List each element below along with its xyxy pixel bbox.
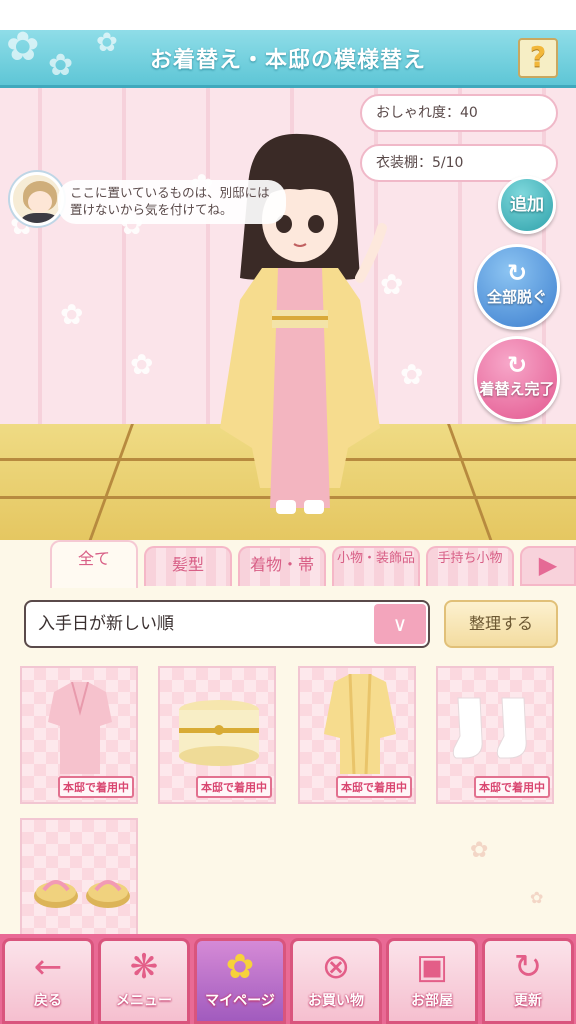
tab-accessories[interactable]: 小物・装飾品 bbox=[332, 546, 420, 586]
fashion-score: おしゃれ度：40 bbox=[360, 94, 558, 132]
sort-dropdown[interactable]: 入手日が新しい順 ∨ bbox=[24, 600, 430, 648]
geta-sandals-icon bbox=[34, 880, 130, 908]
nav-mypage-button[interactable]: ✿ マイページ bbox=[194, 938, 286, 1024]
blossom-decoration: ✿ bbox=[130, 348, 154, 381]
nav-room-button[interactable]: ▣ お部屋 bbox=[386, 938, 478, 1024]
tab-hand-items[interactable]: 手持ち小物 bbox=[426, 546, 514, 586]
wardrobe-panel: 入手日が新しい順 ∨ 整理する 本邸で着用中 本邸で着用中 本邸で着用中 本邸で… bbox=[0, 588, 576, 934]
nav-menu-label: メニュー bbox=[116, 993, 172, 1009]
item-yellow-haori[interactable]: 本邸で着用中 bbox=[298, 666, 416, 804]
item-pink-kimono[interactable]: 本邸で着用中 bbox=[20, 666, 138, 804]
hint-speech-bubble: ここに置いているものは、別邸には置けないから気を付けてね。 bbox=[58, 180, 286, 224]
nav-shopping-button[interactable]: ⊗ お買い物 bbox=[290, 938, 382, 1024]
sort-selected-value: 入手日が新しい順 bbox=[38, 614, 174, 634]
flower-icon: ✿ bbox=[225, 947, 255, 987]
worn-badge: 本邸で着用中 bbox=[196, 776, 272, 798]
finish-dressing-label: 着替え完了 bbox=[479, 380, 555, 398]
nav-mypage-label: マイページ bbox=[205, 993, 275, 1009]
tab-kimono-obi[interactable]: 着物・帯 bbox=[238, 546, 326, 586]
kimono-icon bbox=[48, 682, 112, 774]
gift-icon: ▣ bbox=[415, 947, 449, 987]
page-title: お着替え・本邸の模様替え bbox=[149, 48, 426, 73]
blossom-decoration: ✿ bbox=[470, 838, 489, 863]
refresh-icon: ↻ bbox=[506, 259, 528, 287]
undress-all-button[interactable]: ↻ 全部脱ぐ bbox=[474, 244, 560, 330]
obi-icon bbox=[179, 700, 259, 766]
bottom-navigation: ← 戻る ❋ メニュー ✿ マイページ ⊗ お買い物 ▣ お部屋 ↻ 更新 bbox=[0, 934, 576, 1024]
nav-refresh-button[interactable]: ↻ 更新 bbox=[482, 938, 574, 1024]
haori-icon bbox=[324, 674, 396, 775]
item-geta-sandals[interactable] bbox=[20, 818, 138, 934]
tab-scroll-right-icon[interactable]: ▶ bbox=[520, 546, 576, 586]
blossom-decoration: ✿ bbox=[400, 358, 424, 391]
refresh-icon: ↻ bbox=[513, 947, 543, 987]
butterfly-icon: ❋ bbox=[129, 947, 159, 987]
title-bar: ✿ ✿ ✿ お着替え・本邸の模様替え ? bbox=[0, 30, 576, 88]
nav-refresh-label: 更新 bbox=[514, 993, 542, 1009]
worn-badge: 本邸で着用中 bbox=[336, 776, 412, 798]
tabi-socks-icon bbox=[452, 697, 527, 759]
item-white-tabi[interactable]: 本邸で着用中 bbox=[436, 666, 554, 804]
question-icon: ? bbox=[529, 40, 547, 73]
item-yellow-obi[interactable]: 本邸で着用中 bbox=[158, 666, 276, 804]
tab-all[interactable]: 全て bbox=[50, 540, 138, 588]
nav-shopping-label: お買い物 bbox=[308, 993, 364, 1009]
add-button[interactable]: 追加 bbox=[498, 176, 556, 234]
refresh-icon: ↻ bbox=[506, 351, 528, 379]
nav-menu-button[interactable]: ❋ メニュー bbox=[98, 938, 190, 1024]
blossom-decoration: ✿ bbox=[530, 888, 544, 907]
tab-hairstyle[interactable]: 髪型 bbox=[144, 546, 232, 586]
worn-badge: 本邸で着用中 bbox=[58, 776, 134, 798]
back-arrow-icon: ← bbox=[33, 947, 63, 987]
arrange-button[interactable]: 整理する bbox=[444, 600, 558, 648]
guide-character-avatar bbox=[10, 172, 64, 226]
nav-back-label: 戻る bbox=[34, 993, 62, 1009]
help-button[interactable]: ? bbox=[518, 38, 558, 78]
finish-dressing-button[interactable]: ↻ 着替え完了 bbox=[474, 336, 560, 422]
undress-all-label: 全部脱ぐ bbox=[486, 288, 547, 306]
nav-room-label: お部屋 bbox=[411, 993, 453, 1009]
category-tabs: 全て 髪型 着物・帯 小物・装飾品 手持ち小物 ▶ bbox=[0, 540, 576, 588]
nav-back-button[interactable]: ← 戻る bbox=[2, 938, 94, 1024]
shopping-tag-icon: ⊗ bbox=[321, 947, 351, 987]
dressing-stage: ✿ ✿ ✿ ✿ ✿ ✿ ✿ ここに置いているものは、別邸には置けないから気を付け… bbox=[0, 88, 576, 550]
status-bar bbox=[0, 0, 576, 30]
chevron-down-icon: ∨ bbox=[374, 604, 426, 644]
worn-badge: 本邸で着用中 bbox=[474, 776, 550, 798]
blossom-decoration: ✿ bbox=[60, 298, 84, 331]
